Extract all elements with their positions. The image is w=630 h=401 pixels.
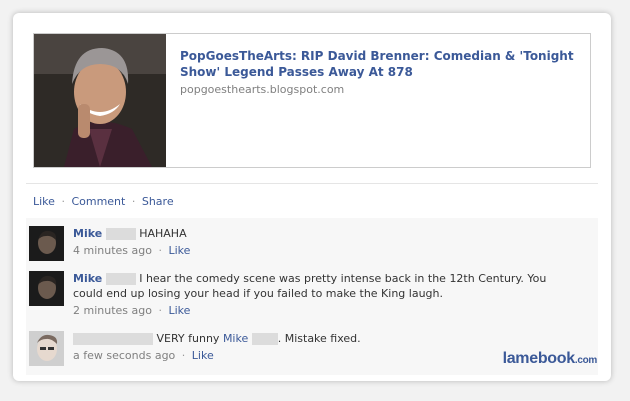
redacted-mention-surname [251,333,278,345]
portrait-image [34,34,166,167]
redacted-surname [105,228,136,240]
separator: · [131,195,136,208]
comment-text-after: . Mistake fixed. [277,332,361,345]
like-button[interactable]: Like [33,195,55,208]
post-actions: Like · Comment · Share [33,195,174,208]
comment-timestamp[interactable]: a few seconds ago [73,349,175,362]
comment-timestamp[interactable]: 2 minutes ago [73,304,152,317]
separator: · [181,349,186,362]
redacted-author-name [73,333,153,345]
comment-text: HAHAHA [139,227,187,240]
mention-link[interactable]: Mike [223,332,248,345]
avatar-image [29,271,64,306]
comment-author[interactable]: Mike [73,227,102,240]
separator: · [61,195,65,208]
link-thumbnail[interactable] [34,34,166,167]
comment-meta: 4 minutes ago · Like [73,243,573,258]
link-url: popgoesthearts.blogspot.com [180,83,345,96]
comment-like-button[interactable]: Like [192,349,214,362]
facebook-post-card: PopGoesTheArts: RIP David Brenner: Comed… [13,13,611,381]
comment-body: VERY funny Mike . Mistake fixed. a few s… [73,331,573,363]
comment-timestamp[interactable]: 4 minutes ago [73,244,152,257]
comment-button[interactable]: Comment [71,195,125,208]
redacted-surname [105,273,136,285]
comment-text-before: VERY funny [156,332,220,345]
comment-text: I hear the comedy scene was pretty inten… [73,272,547,300]
separator: · [158,244,162,257]
avatar[interactable] [29,226,64,261]
comment-body: Mike I hear the comedy scene was pretty … [73,271,573,318]
watermark-suffix: .com [574,355,597,366]
shared-link-preview[interactable]: PopGoesTheArts: RIP David Brenner: Comed… [33,33,591,168]
comment-like-button[interactable]: Like [168,304,190,317]
comment-meta: a few seconds ago · Like [73,348,573,363]
avatar-image [29,331,64,366]
comment-body: Mike HAHAHA 4 minutes ago · Like [73,226,573,258]
avatar[interactable] [29,331,64,366]
separator: · [158,304,162,317]
link-text-block: PopGoesTheArts: RIP David Brenner: Comed… [180,48,580,96]
avatar[interactable] [29,271,64,306]
avatar-image [29,226,64,261]
share-button[interactable]: Share [142,195,174,208]
comment-meta: 2 minutes ago · Like [73,303,573,318]
link-title[interactable]: PopGoesTheArts: RIP David Brenner: Comed… [180,48,580,80]
divider [26,183,598,184]
lamebook-watermark: lamebook.com [502,350,598,368]
comment-author[interactable]: Mike [73,272,102,285]
watermark-name: lamebook [502,350,576,367]
comment-like-button[interactable]: Like [168,244,190,257]
